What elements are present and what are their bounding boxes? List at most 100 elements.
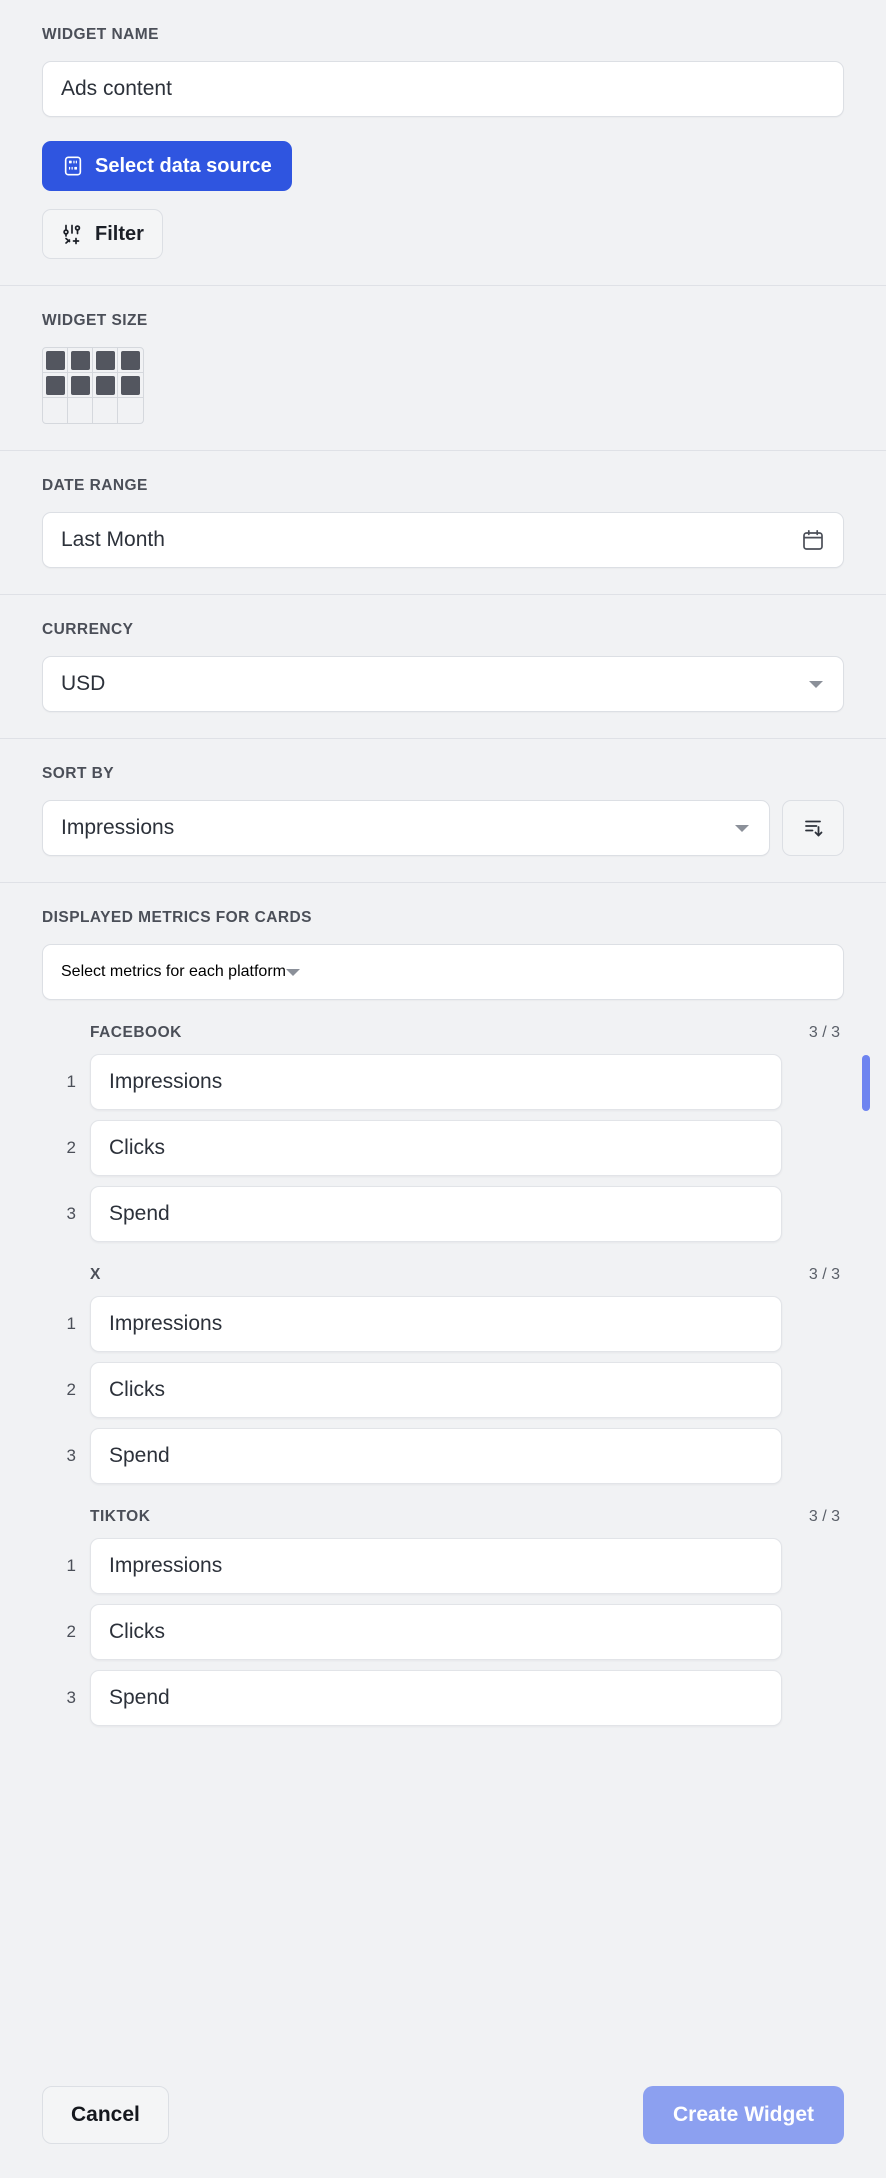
displayed-metrics-label: DISPLAYED METRICS FOR CARDS bbox=[42, 909, 844, 927]
widget-size-cell-fill bbox=[96, 401, 115, 420]
widget-size-cell-3-4[interactable] bbox=[118, 398, 143, 423]
sort-by-row: Impressions bbox=[42, 800, 844, 856]
platform-group-x: X3 / 3 1 Impressions 2 Clicks 3 Spend bbox=[42, 1266, 844, 1484]
widget-size-cell-3-2[interactable] bbox=[68, 398, 93, 423]
metrics-select-placeholder: Select metrics for each platform bbox=[61, 963, 286, 981]
widget-name-input[interactable]: Ads content bbox=[42, 61, 844, 117]
widget-size-cell-fill bbox=[96, 351, 115, 370]
cancel-button[interactable]: Cancel bbox=[42, 2086, 169, 2144]
metric-row: 1 Impressions bbox=[42, 1296, 844, 1352]
select-data-source-button[interactable]: Select data source bbox=[42, 141, 292, 191]
metric-chip[interactable]: Impressions bbox=[90, 1538, 782, 1594]
sort-descending-icon bbox=[801, 816, 825, 840]
metric-chip[interactable]: Impressions bbox=[90, 1296, 782, 1352]
platform-header: X3 / 3 bbox=[42, 1266, 844, 1284]
widget-size-cell-fill bbox=[121, 351, 140, 370]
widget-size-cell-2-2[interactable] bbox=[68, 373, 93, 398]
chevron-down-icon bbox=[286, 969, 300, 976]
platform-name: TIKTOK bbox=[90, 1508, 150, 1526]
metric-index: 2 bbox=[42, 1138, 76, 1158]
displayed-metrics-section: DISPLAYED METRICS FOR CARDS Select metri… bbox=[0, 883, 886, 1762]
widget-name-label: WIDGET NAME bbox=[42, 26, 844, 44]
metrics-select[interactable]: Select metrics for each platform bbox=[42, 944, 844, 1000]
metric-index: 3 bbox=[42, 1204, 76, 1224]
create-widget-button[interactable]: Create Widget bbox=[643, 2086, 844, 2144]
metric-chip[interactable]: Clicks bbox=[90, 1120, 782, 1176]
widget-size-cell-2-4[interactable] bbox=[118, 373, 143, 398]
currency-select[interactable]: USD bbox=[42, 656, 844, 712]
select-data-source-label: Select data source bbox=[95, 155, 272, 178]
widget-size-cell-fill bbox=[121, 401, 140, 420]
data-source-icon bbox=[62, 155, 84, 177]
sort-direction-button[interactable] bbox=[782, 800, 844, 856]
metric-chip[interactable]: Impressions bbox=[90, 1054, 782, 1110]
widget-size-cell-1-2[interactable] bbox=[68, 348, 93, 373]
widget-size-cell-1-4[interactable] bbox=[118, 348, 143, 373]
widget-size-cell-3-3[interactable] bbox=[93, 398, 118, 423]
metrics-scrollbar[interactable] bbox=[862, 1033, 870, 1673]
chevron-down-icon bbox=[735, 825, 749, 832]
filter-button[interactable]: Filter bbox=[42, 209, 163, 259]
platform-metric-count: 3 / 3 bbox=[809, 1266, 840, 1284]
metric-index: 1 bbox=[42, 1314, 76, 1334]
metric-row: 1 Impressions bbox=[42, 1538, 844, 1594]
metric-row: 2 Clicks bbox=[42, 1604, 844, 1660]
widget-size-cell-1-3[interactable] bbox=[93, 348, 118, 373]
widget-size-cell-fill bbox=[46, 351, 65, 370]
date-range-label: DATE RANGE bbox=[42, 477, 844, 495]
metric-chip[interactable]: Clicks bbox=[90, 1362, 782, 1418]
metric-row: 1 Impressions bbox=[42, 1054, 844, 1110]
metric-chip[interactable]: Clicks bbox=[90, 1604, 782, 1660]
platform-header: FACEBOOK 3 / 3 bbox=[42, 1024, 844, 1042]
metric-chip[interactable]: Spend bbox=[90, 1428, 782, 1484]
widget-size-cell-fill bbox=[71, 401, 90, 420]
metrics-scrollbar-thumb[interactable] bbox=[862, 1055, 870, 1111]
sort-by-select[interactable]: Impressions bbox=[42, 800, 770, 856]
metric-index: 2 bbox=[42, 1622, 76, 1642]
metric-row: 3Spend bbox=[42, 1670, 844, 1726]
sort-by-section: SORT BY Impressions bbox=[0, 739, 886, 883]
date-range-value: Last Month bbox=[61, 528, 801, 552]
chevron-down-icon bbox=[809, 681, 823, 688]
metric-index: 1 bbox=[42, 1072, 76, 1092]
platform-group-tiktok: TIKTOK3 / 3 1 Impressions 2 Clicks 3Spend bbox=[42, 1508, 844, 1726]
widget-name-value: Ads content bbox=[61, 77, 825, 101]
widget-size-cell-fill bbox=[121, 376, 140, 395]
metric-row: 3 Spend bbox=[42, 1186, 844, 1242]
platform-metric-count: 3 / 3 bbox=[809, 1024, 840, 1042]
currency-value: USD bbox=[61, 672, 809, 696]
filter-icon bbox=[61, 222, 85, 246]
metric-chip[interactable]: Spend bbox=[90, 1670, 782, 1726]
platform-group-facebook: FACEBOOK 3 / 3 1 Impressions 2 Clicks 3 Spend bbox=[42, 1024, 844, 1242]
calendar-icon[interactable] bbox=[801, 528, 825, 552]
metric-index: 2 bbox=[42, 1380, 76, 1400]
widget-size-label: WIDGET SIZE bbox=[42, 312, 844, 330]
platform-header: TIKTOK3 / 3 bbox=[42, 1508, 844, 1526]
filter-label: Filter bbox=[95, 223, 144, 246]
widget-size-grid[interactable] bbox=[42, 347, 144, 424]
platform-name: FACEBOOK bbox=[90, 1024, 182, 1042]
widget-size-cell-fill bbox=[71, 351, 90, 370]
metric-row: 2 Clicks bbox=[42, 1362, 844, 1418]
metric-row: 2 Clicks bbox=[42, 1120, 844, 1176]
date-range-input[interactable]: Last Month bbox=[42, 512, 844, 568]
sort-by-label: SORT BY bbox=[42, 765, 844, 783]
widget-size-cell-1-1[interactable] bbox=[43, 348, 68, 373]
widget-size-cell-3-1[interactable] bbox=[43, 398, 68, 423]
widget-size-section: WIDGET SIZE bbox=[0, 286, 886, 451]
metric-index: 3 bbox=[42, 1446, 76, 1466]
widget-size-cell-2-3[interactable] bbox=[93, 373, 118, 398]
widget-size-cell-fill bbox=[71, 376, 90, 395]
widget-size-cell-fill bbox=[46, 376, 65, 395]
widget-settings-panel: WIDGET NAME Ads content Select data sour… bbox=[0, 0, 886, 2178]
widget-name-section: WIDGET NAME Ads content Select data sour… bbox=[0, 0, 886, 286]
metric-index: 1 bbox=[42, 1556, 76, 1576]
currency-section: CURRENCY USD bbox=[0, 595, 886, 739]
currency-label: CURRENCY bbox=[42, 621, 844, 639]
widget-size-cell-2-1[interactable] bbox=[43, 373, 68, 398]
dialog-footer: Cancel Create Widget bbox=[0, 2060, 886, 2178]
date-range-section: DATE RANGE Last Month bbox=[0, 451, 886, 595]
widget-size-cell-fill bbox=[46, 401, 65, 420]
metric-chip[interactable]: Spend bbox=[90, 1186, 782, 1242]
platform-metric-groups: FACEBOOK3 / 31Impressions2Clicks3SpendX3… bbox=[42, 1024, 844, 1726]
